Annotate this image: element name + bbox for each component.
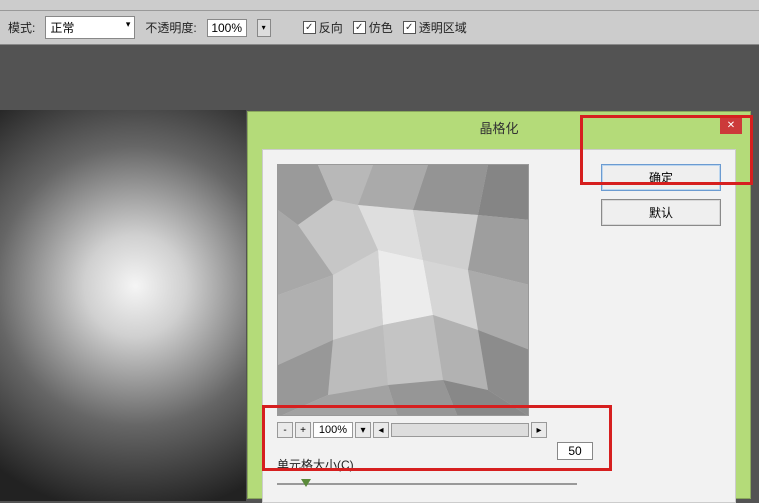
slider-thumb-icon[interactable] [301,479,311,487]
opacity-label: 不透明度: [145,19,196,36]
mode-label: 模式: [8,19,35,36]
zoom-dropdown-icon[interactable]: ▾ [355,422,371,438]
cell-size-slider[interactable] [277,483,577,485]
ok-button[interactable]: 确定 [601,164,721,191]
invert-checkbox[interactable]: ✓ [303,21,316,34]
canvas-gradient [0,110,246,501]
crystallize-dialog: 晶格化 ✕ [247,111,751,499]
opacity-input[interactable]: 100% [207,19,247,37]
preview-scrollbar-horizontal[interactable] [391,423,529,437]
dialog-title: 晶格化 [248,112,750,143]
zoom-in-button[interactable]: + [295,422,311,438]
transparency-checkbox[interactable]: ✓ [403,21,416,34]
zoom-out-button[interactable]: - [277,422,293,438]
transparency-label: 透明区域 [419,19,467,36]
scroll-right-icon[interactable]: ▸ [531,422,547,438]
zoom-value[interactable]: 100% [313,422,353,438]
menu-bar [0,0,759,11]
options-bar: 模式: 正常 ▾ 不透明度: 100% ▾ ✓ 反向 ✓ 仿色 ✓ 透明区域 [0,11,759,45]
cell-size-input[interactable] [557,442,593,460]
opacity-dropdown-icon[interactable]: ▾ [257,19,271,37]
blend-mode-select[interactable]: 正常 ▾ [45,16,135,39]
dialog-body: - + 100% ▾ ◂ ▸ 单元格大小(C) 确定 默认 [262,149,736,503]
cell-size-label: 单元格大小(C) [277,456,354,473]
blend-mode-value: 正常 [50,21,74,35]
dither-label: 仿色 [369,19,393,36]
invert-label: 反向 [319,19,343,36]
default-button[interactable]: 默认 [601,199,721,226]
close-icon: ✕ [727,120,735,131]
dither-checkbox[interactable]: ✓ [353,21,366,34]
scroll-left-icon[interactable]: ◂ [373,422,389,438]
close-button[interactable]: ✕ [720,116,742,134]
filter-preview[interactable] [277,164,529,416]
